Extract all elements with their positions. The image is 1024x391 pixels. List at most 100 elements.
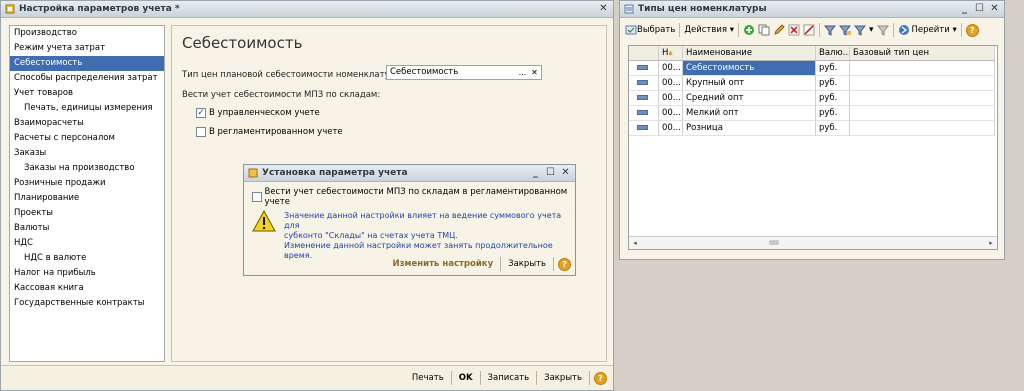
close-button[interactable]: Закрыть [541,373,585,383]
save-button[interactable]: Записать [485,373,533,383]
print-button[interactable]: Печать [409,373,447,383]
dialog-titlebar[interactable]: Установка параметра учета _ ☐ ✕ [244,165,575,182]
base-type-cell[interactable] [850,106,995,121]
name-cell[interactable]: Розница [683,121,816,136]
name-cell[interactable]: Крупный опт [683,76,816,91]
ok-button[interactable]: OK [456,373,476,383]
settings-window-titlebar[interactable]: Настройка параметров учета * ✕ [1,1,613,18]
filter-icon[interactable] [824,24,836,36]
currency-cell[interactable]: руб. [816,106,850,121]
form-command-bar: Печать OK Записать Закрыть ? [1,365,613,390]
checkbox-box[interactable] [252,192,262,202]
code-cell[interactable]: 00... [659,76,683,91]
row-icon[interactable] [629,76,659,91]
table-row[interactable]: 00... Крупный опт руб. [629,76,997,91]
row-icon[interactable] [629,106,659,121]
price-types-titlebar[interactable]: Типы цен номенклатуры _ ☐ ✕ [620,1,1004,18]
help-icon[interactable]: ? [558,257,571,271]
currency-cell[interactable]: руб. [816,121,850,136]
maximize-icon[interactable]: ☐ [544,167,557,179]
sidebar-item[interactable]: Проекты [10,206,164,221]
sidebar-item[interactable]: Планирование [10,191,164,206]
sidebar-item[interactable]: Режим учета затрат [10,41,164,56]
sidebar-item[interactable]: Заказы на производство [10,161,164,176]
horizontal-scrollbar[interactable]: ◂ ▸ [629,236,997,249]
sidebar-item[interactable]: Валюты [10,221,164,236]
checkbox-box[interactable] [196,127,206,137]
copy-icon[interactable] [758,24,770,36]
filter-history-icon[interactable] [854,24,866,36]
select-button[interactable]: Выбрать [625,24,675,36]
base-type-cell[interactable] [850,121,995,136]
sidebar-item[interactable]: Производство [10,26,164,41]
row-icon[interactable] [629,91,659,106]
sidebar-item[interactable]: Кассовая книга [10,281,164,296]
regulated-accounting-checkbox[interactable]: В регламентированном учете [196,127,343,137]
table-row[interactable]: 00... Средний опт руб. [629,91,997,106]
clear-icon[interactable]: ✕ [529,67,540,78]
minimize-icon[interactable]: _ [529,167,542,179]
help-icon[interactable]: ? [965,23,979,37]
sidebar-item[interactable]: Учет товаров [10,86,164,101]
column-header-currency[interactable]: Валю... [816,46,850,61]
sidebar-item[interactable]: НДС [10,236,164,251]
select-ellipsis-button[interactable]: ... [517,67,528,78]
actions-menu[interactable]: Действия ▾ [684,25,734,35]
change-setting-button[interactable]: Изменить настройку [390,259,497,269]
sidebar-item[interactable]: Способы распределения затрат [10,71,164,86]
currency-cell[interactable]: руб. [816,91,850,106]
maximize-icon[interactable]: ☐ [973,3,986,15]
code-cell[interactable]: 00... [659,106,683,121]
close-icon[interactable]: ✕ [597,3,610,15]
price-type-field[interactable]: Себестоимость ... ✕ [386,65,542,80]
goto-menu[interactable]: Перейти ▾ [898,24,957,36]
column-header-code[interactable]: Н▴ [659,46,683,61]
column-header-name[interactable]: Наименование [683,46,816,61]
sidebar-item[interactable]: Заказы [10,146,164,161]
mark-delete-icon[interactable] [803,24,815,36]
add-icon[interactable] [743,24,755,36]
scroll-left-icon[interactable]: ◂ [629,237,641,249]
row-icon[interactable] [629,61,659,76]
table-row[interactable]: 00... Себестоимость руб. [629,61,997,76]
delete-icon[interactable] [788,24,800,36]
code-cell[interactable]: 00... [659,91,683,106]
help-icon[interactable]: ? [594,371,607,385]
name-cell[interactable]: Средний опт [683,91,816,106]
name-cell[interactable]: Себестоимость [683,61,816,76]
chevron-down-icon[interactable]: ▾ [869,25,874,35]
scroll-right-icon[interactable]: ▸ [985,237,997,249]
table-row[interactable]: 00... Розница руб. [629,121,997,136]
filter-by-value-icon[interactable] [839,24,851,36]
base-type-cell[interactable] [850,61,995,76]
code-cell[interactable]: 00... [659,121,683,136]
dialog-close-button[interactable]: Закрыть [505,259,549,269]
close-icon[interactable]: ✕ [559,167,572,179]
name-cell[interactable]: Мелкий опт [683,106,816,121]
row-icon[interactable] [629,121,659,136]
currency-cell[interactable]: руб. [816,61,850,76]
base-type-cell[interactable] [850,91,995,106]
column-header-base-type[interactable]: Базовый тип цен [850,46,995,61]
minimize-icon[interactable]: _ [958,3,971,15]
edit-icon[interactable] [773,24,785,36]
table-row[interactable]: 00... Мелкий опт руб. [629,106,997,121]
currency-cell[interactable]: руб. [816,76,850,91]
dialog-checkbox[interactable]: Вести учет себестоимости МПЗ по складам … [252,187,575,207]
dialog-app-icon [248,168,258,178]
code-cell[interactable]: 00... [659,61,683,76]
checkbox-box[interactable]: ✓ [196,108,206,118]
sidebar-item[interactable]: Налог на прибыль [10,266,164,281]
clear-filter-icon[interactable] [876,24,889,36]
sidebar-item[interactable]: Расчеты с персоналом [10,131,164,146]
sidebar-item[interactable]: Розничные продажи [10,176,164,191]
sidebar-item[interactable]: Печать, единицы измерения [10,101,164,116]
sidebar-item[interactable]: Взаиморасчеты [10,116,164,131]
close-icon[interactable]: ✕ [988,3,1001,15]
base-type-cell[interactable] [850,76,995,91]
scroll-thumb[interactable] [769,240,779,245]
sidebar-item[interactable]: НДС в валюте [10,251,164,266]
sidebar-item[interactable]: Себестоимость [10,56,164,71]
sidebar-item[interactable]: Государственные контракты [10,296,164,311]
management-accounting-checkbox[interactable]: ✓ В управленческом учете [196,108,320,118]
